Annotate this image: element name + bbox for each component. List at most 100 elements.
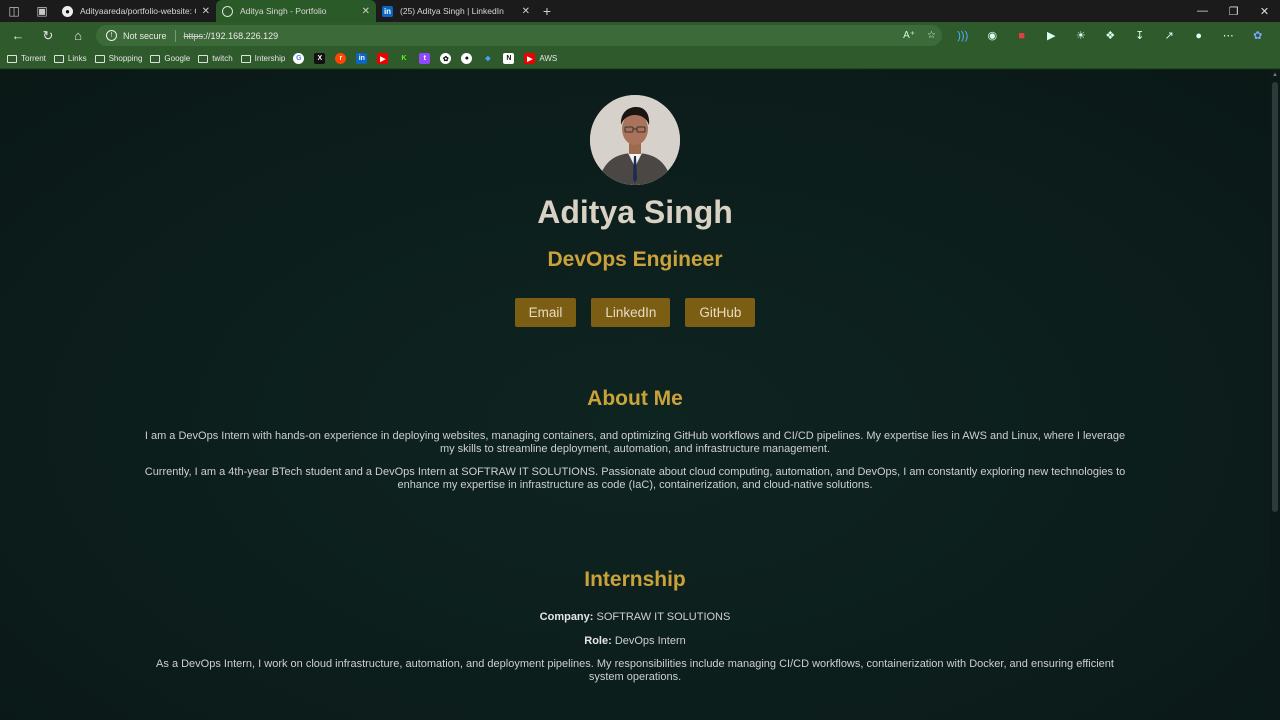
bookmark-folder[interactable]: twitch — [198, 54, 233, 63]
window-controls: — ❐ ✕ — [1187, 0, 1280, 22]
about-paragraph-1: I am a DevOps Intern with hands-on exper… — [144, 430, 1126, 455]
linkedin-icon[interactable]: in — [356, 53, 368, 64]
tab-title: (25) Aditya Singh | LinkedIn — [400, 6, 504, 16]
close-tab-icon[interactable]: ✕ — [362, 6, 370, 17]
bookmark-label: twitch — [212, 54, 233, 63]
bluesky-icon[interactable]: ❖ — [482, 53, 493, 64]
extensions-icon[interactable]: ❖ — [1096, 22, 1126, 49]
address-actions: A⁺ ☆ — [903, 25, 936, 46]
profile-photo — [590, 95, 680, 185]
bookmark-folder[interactable]: Intership — [240, 54, 286, 63]
close-tab-icon[interactable]: ✕ — [202, 6, 210, 17]
portfolio-page: Aditya Singh DevOps Engineer Email Linke… — [0, 70, 1280, 720]
url-scheme: https — [183, 30, 204, 41]
new-tab-icon[interactable]: + — [536, 0, 558, 22]
scrollbar-thumb[interactable] — [1272, 82, 1278, 512]
extensions-bar: ))) ◉ ■ ▶ ☀ ❖ ↧ ↗ ● ⋯ ✿ — [948, 22, 1273, 49]
profile-name: Aditya Singh — [537, 194, 733, 230]
bookmark-folder[interactable]: Links — [53, 54, 87, 63]
bookmark-folder[interactable]: Torrent — [7, 54, 46, 63]
tab-actions-icon[interactable]: ▣ — [28, 0, 56, 22]
tab-linkedin[interactable]: in (25) Aditya Singh | LinkedIn ✕ — [376, 0, 536, 22]
folder-icon — [53, 54, 64, 63]
about-heading: About Me — [587, 387, 683, 410]
x-icon[interactable]: X — [314, 53, 326, 64]
back-icon[interactable]: ← — [3, 22, 33, 49]
workspaces-icon[interactable]: ◫ — [0, 0, 28, 22]
role-label: Role: — [584, 635, 612, 647]
chatgpt-icon[interactable]: ✿ — [440, 53, 452, 64]
extension-icon[interactable]: ◉ — [978, 22, 1008, 49]
read-aloud-icon[interactable]: A⁺ — [903, 30, 915, 41]
ublock-icon[interactable]: ■ — [1007, 22, 1037, 49]
tab-strip: ◫ ▣ ● Adityaareda/portfolio-website: C ✕… — [0, 0, 1280, 22]
minimize-icon[interactable]: — — [1187, 0, 1218, 22]
refresh-icon[interactable]: ↻ — [33, 22, 63, 49]
address-bar[interactable]: ! Not secure https ://192.168.226.129 A⁺… — [96, 25, 942, 46]
bookmark-label: Shopping — [108, 54, 143, 63]
close-tab-icon[interactable]: ✕ — [522, 6, 530, 17]
company-value: SOFTRAW IT SOLUTIONS — [596, 611, 731, 623]
bookmark-label: Intership — [254, 54, 286, 63]
github-icon[interactable]: ● — [461, 53, 473, 64]
tab-github[interactable]: ● Adityaareda/portfolio-website: C ✕ — [56, 0, 216, 22]
linkedin-icon: in — [382, 5, 393, 17]
profile-avatar-icon[interactable]: ● — [1184, 22, 1214, 49]
warning-icon[interactable]: ! — [106, 30, 117, 41]
bookmark-label: Google — [164, 54, 191, 63]
globe-icon — [222, 5, 233, 17]
google-icon[interactable]: G — [293, 53, 305, 64]
twitch-icon[interactable]: t — [419, 53, 431, 64]
internship-heading: Internship — [584, 568, 686, 591]
brightness-icon[interactable]: ☀ — [1066, 22, 1096, 49]
kick-icon[interactable]: K — [398, 53, 410, 64]
contact-links: Email LinkedIn GitHub — [0, 298, 1270, 327]
divider — [174, 29, 176, 42]
share-icon[interactable]: ↗ — [1155, 22, 1185, 49]
copilot-icon[interactable]: ✿ — [1243, 22, 1273, 49]
folder-icon — [7, 54, 17, 63]
role-value: DevOps Intern — [614, 635, 686, 647]
bookmark-label: Torrent — [21, 54, 46, 63]
url-host: ://192.168.226.129 — [203, 30, 279, 41]
internship-company: Company: SOFTRAW IT SOLUTIONS — [0, 611, 1270, 623]
github-icon: ● — [62, 5, 73, 17]
reddit-icon[interactable]: r — [335, 53, 347, 64]
notion-icon[interactable]: N — [503, 53, 515, 64]
download-icon[interactable]: ↧ — [1125, 22, 1155, 49]
internship-role: Role: DevOps Intern — [0, 635, 1270, 647]
extension-icon[interactable]: ))) — [948, 22, 978, 49]
page-scrollbar[interactable]: ▲ — [1270, 70, 1280, 720]
bookmark-label: AWS — [539, 54, 558, 63]
folder-icon — [94, 54, 105, 63]
tab-title: Aditya Singh - Portfolio — [240, 6, 327, 16]
folder-icon — [198, 54, 209, 63]
close-window-icon[interactable]: ✕ — [1249, 0, 1280, 22]
security-label[interactable]: Not secure — [123, 31, 167, 41]
linkedin-button[interactable]: LinkedIn — [591, 298, 671, 327]
bookmark-aws[interactable]: ▶ AWS — [524, 53, 557, 64]
company-label: Company: — [539, 611, 594, 623]
github-button[interactable]: GitHub — [685, 298, 756, 327]
scroll-up-icon[interactable]: ▲ — [1272, 72, 1278, 78]
tab-title: Adityaareda/portfolio-website: C — [80, 6, 196, 16]
bookmark-label: Links — [67, 54, 87, 63]
folder-icon — [150, 54, 161, 63]
bookmark-folder[interactable]: Shopping — [94, 54, 143, 63]
favorite-star-icon[interactable]: ☆ — [927, 30, 936, 41]
home-icon[interactable]: ⌂ — [63, 22, 93, 49]
person-portrait-icon — [590, 95, 680, 185]
bookmarks-bar: Torrent Links Shopping Google twitch Int… — [0, 49, 1280, 69]
youtube-icon: ▶ — [524, 53, 536, 64]
tab-portfolio[interactable]: Aditya Singh - Portfolio ✕ — [216, 0, 376, 22]
profile-role: DevOps Engineer — [547, 248, 723, 271]
more-menu-icon[interactable]: ⋯ — [1214, 22, 1244, 49]
extension-icon[interactable]: ▶ — [1037, 22, 1067, 49]
restore-icon[interactable]: ❐ — [1218, 0, 1249, 22]
about-paragraph-2: Currently, I am a 4th-year BTech student… — [144, 466, 1126, 491]
email-button[interactable]: Email — [514, 298, 577, 327]
folder-icon — [240, 54, 251, 63]
youtube-icon[interactable]: ▶ — [377, 53, 389, 64]
internship-description: As a DevOps Intern, I work on cloud infr… — [156, 658, 1114, 683]
bookmark-folder[interactable]: Google — [150, 54, 190, 63]
